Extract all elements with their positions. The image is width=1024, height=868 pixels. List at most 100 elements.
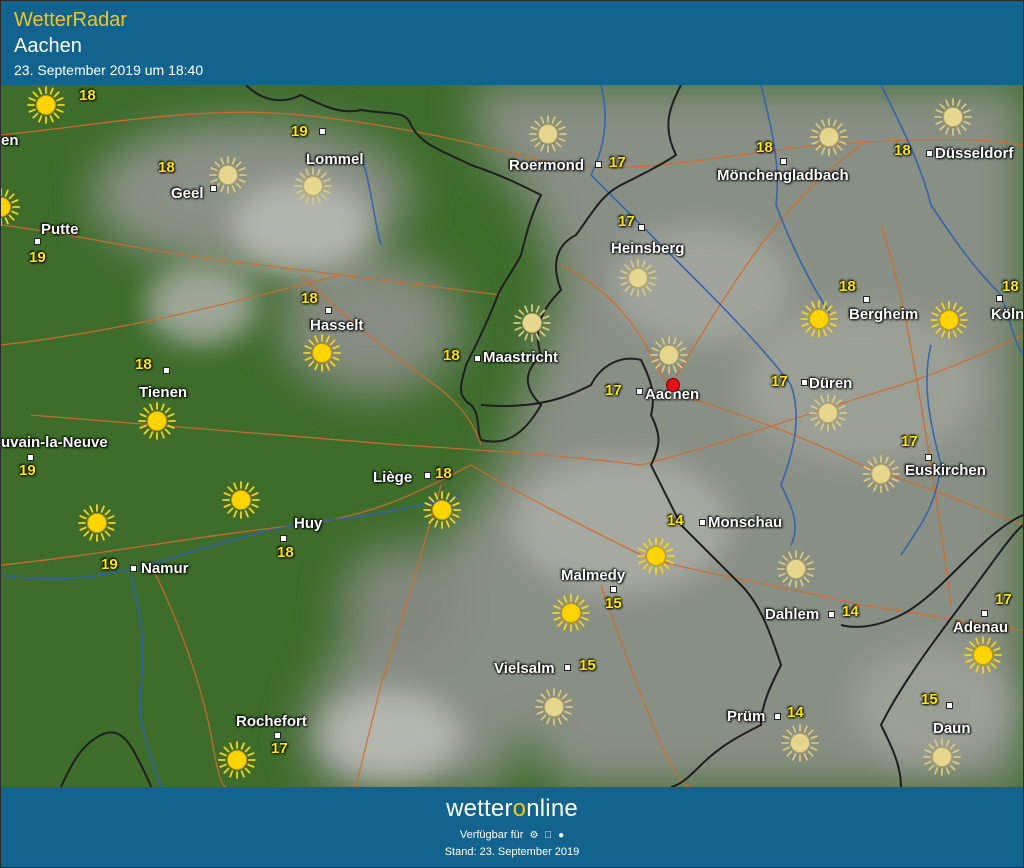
city-temperature: 18	[756, 139, 773, 156]
sun-icon	[26, 85, 66, 125]
sun-icon	[528, 114, 568, 154]
edge-city-temperature: 18	[79, 87, 96, 104]
sun-icon	[799, 299, 839, 339]
city-name: Roermond	[509, 157, 584, 174]
city-marker	[925, 454, 932, 461]
sun-icon	[963, 635, 1003, 675]
sun-icon	[933, 97, 973, 137]
city-name: Malmedy	[561, 567, 626, 584]
sun-icon	[217, 740, 257, 780]
city-name: Hasselt	[310, 317, 364, 334]
city-marker	[828, 611, 835, 618]
location-title: Aachen	[14, 35, 82, 57]
city-name: Lommel	[306, 151, 364, 168]
city-name: Geel	[171, 185, 204, 202]
city-marker	[636, 388, 643, 395]
city-marker	[210, 185, 217, 192]
city-temperature: 17	[995, 591, 1012, 608]
availability-text: Verfügbar für	[459, 829, 524, 841]
sun-icon	[776, 549, 816, 589]
city-temperature: 19	[19, 462, 36, 479]
city-name: Liège	[373, 469, 413, 486]
sun-icon	[922, 737, 962, 777]
timestamp: 23. September 2019 um 18:40	[14, 62, 204, 78]
city-name: Mönchengladbach	[717, 167, 849, 184]
city-name: Monschau	[708, 514, 783, 531]
city-temperature: 18	[894, 142, 911, 159]
sun-icon	[1, 187, 21, 227]
city-temperature: 18	[135, 356, 152, 373]
city-temperature: 19	[29, 249, 46, 266]
brand-logo[interactable]: wetteronline	[1, 795, 1023, 823]
city-marker	[34, 238, 41, 245]
apple-icon[interactable]: 	[545, 830, 553, 841]
city-marker	[780, 158, 787, 165]
city-marker	[280, 535, 287, 542]
city-name: Namur	[141, 560, 189, 577]
city-temperature: 14	[667, 512, 684, 529]
sun-icon	[77, 503, 117, 543]
city-name: Vielsalm	[494, 660, 555, 677]
city-temperature: 15	[605, 595, 622, 612]
brand-part-1: wetter	[446, 795, 513, 822]
city-name: Düsseldorf	[935, 145, 1014, 162]
sun-icon	[512, 303, 552, 343]
city-name: uvain-la-Neuve	[1, 434, 108, 451]
city-temperature: 18	[443, 347, 460, 364]
sun-icon	[302, 333, 342, 373]
city-name: Maastricht	[483, 349, 559, 366]
city-name: Huy	[294, 515, 323, 532]
city-name: Adenau	[953, 619, 1009, 636]
city-temperature: 18	[839, 278, 856, 295]
sun-icon	[551, 593, 591, 633]
city-marker	[996, 295, 1003, 302]
city-marker	[163, 367, 170, 374]
sun-icon	[422, 490, 462, 530]
sun-icon	[929, 300, 969, 340]
city-name: Euskirchen	[905, 462, 986, 479]
city-name: Prüm	[727, 708, 766, 725]
city-temperature: 15	[921, 691, 938, 708]
city-marker	[946, 702, 953, 709]
city-marker	[564, 664, 571, 671]
city-marker	[981, 610, 988, 617]
city-temperature: 18	[158, 159, 175, 176]
city-temperature: 19	[291, 123, 308, 140]
city-name: Düren	[809, 375, 853, 392]
city-name: Rochefort	[236, 713, 307, 730]
city-marker	[474, 355, 481, 362]
app-title: WetterRadar	[14, 9, 128, 31]
city-name: Putte	[41, 221, 79, 238]
availability-line: Verfügbar für ⚙  ●	[1, 829, 1023, 841]
weather-map[interactable]: Geel 18 Putte 19 Lommel 19 Roermond 17 Mönchengl…	[1, 85, 1023, 787]
city-name: Dahlem	[765, 606, 820, 623]
city-temperature: 14	[842, 603, 859, 620]
sun-icon	[293, 166, 333, 206]
header: WetterRadar Aachen 23. September 2019 um…	[1, 1, 1023, 85]
city-temperature: 19	[101, 556, 118, 573]
city-temperature: 17	[609, 154, 626, 171]
location-pin-icon[interactable]	[666, 378, 680, 392]
city-marker	[27, 454, 34, 461]
sun-icon	[137, 401, 177, 441]
city-name: Heinsberg	[611, 240, 685, 257]
city-name: Köln	[991, 306, 1023, 323]
city-marker	[325, 307, 332, 314]
city-name: Bergheim	[849, 306, 919, 323]
city-marker	[130, 565, 137, 572]
city-marker	[638, 224, 645, 231]
app-frame: WetterRadar Aachen 23. September 2019 um…	[0, 0, 1024, 868]
web-icon[interactable]: ●	[558, 830, 564, 841]
city-temperature: 15	[579, 657, 596, 674]
city-temperature: 17	[605, 382, 622, 399]
city-marker	[274, 732, 281, 739]
sun-icon	[809, 117, 849, 157]
brand-part-2: nline	[526, 795, 578, 822]
city-marker	[319, 128, 326, 135]
city-marker	[610, 586, 617, 593]
stand-date: Stand: 23. September 2019	[444, 846, 580, 858]
city-marker	[699, 519, 706, 526]
city-temperature: 17	[271, 740, 288, 757]
sun-icon	[636, 536, 676, 576]
android-icon[interactable]: ⚙	[530, 830, 539, 841]
